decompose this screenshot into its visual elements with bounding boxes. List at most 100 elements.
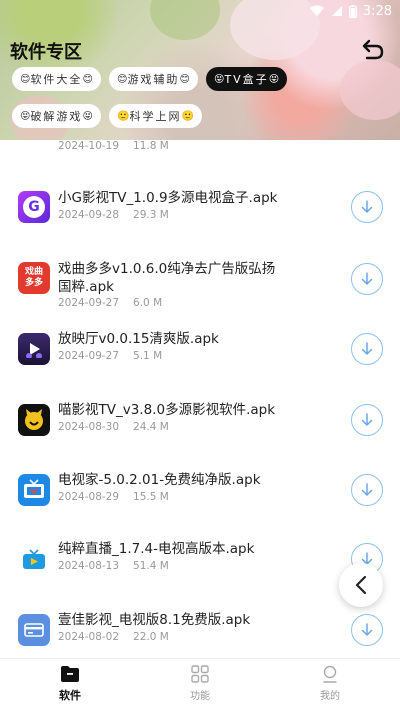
app-meta: 2024-08-30 24.4 M — [58, 421, 169, 433]
download-icon — [361, 200, 373, 213]
tab-functions[interactable]: 功能 — [160, 665, 240, 702]
app-meta: 2024-09-27 5.1 M — [58, 350, 162, 362]
tv-house-icon — [18, 474, 50, 506]
list-item[interactable]: 2024-10-19 11.8 M — [0, 140, 400, 160]
chip-label: 软件大全 — [30, 73, 83, 86]
page-title: 软件专区 — [10, 42, 82, 63]
download-icon — [361, 413, 373, 426]
list-item[interactable]: 壹佳影视_电视版8.1免费版.apk 2024-08-02 22.0 M — [0, 611, 400, 658]
app-date: 2024-08-29 — [58, 491, 120, 503]
list-item[interactable]: G 小G影视TV_1.0.9多源电视盒子.apk 2024-09-28 29.3 … — [0, 182, 400, 232]
chip-game-assist[interactable]: 😊 游戏辅助 😊 — [109, 67, 198, 91]
tab-label: 功能 — [190, 691, 210, 702]
chip-label: TV盒子 — [224, 73, 269, 86]
chevron-left-icon — [355, 575, 367, 595]
app-name: 戏曲多多v1.0.6.0纯净去广告版弘扬国粹.apk — [58, 261, 276, 295]
list-item[interactable]: 放映厅v0.0.15清爽版.apk 2024-09-27 5.1 M — [0, 330, 400, 380]
grin-icon: 😝 — [20, 110, 31, 122]
download-button[interactable] — [351, 333, 383, 365]
grin-icon: 😝 — [214, 73, 225, 85]
app-name: 喵影视TV_v3.8.0多源影视软件.apk — [58, 402, 276, 418]
app-name: 纯粹直播_1.7.4-电视高版本.apk — [58, 541, 255, 557]
battery-icon — [348, 4, 357, 18]
app-name: 小G影视TV_1.0.9多源电视盒子.apk — [58, 190, 278, 206]
app-meta: 2024-09-27 6.0 M — [58, 297, 162, 309]
tv-play-icon — [18, 543, 50, 575]
back-button[interactable] — [360, 36, 386, 62]
app-date: 2024-10-19 — [58, 140, 120, 152]
app-date: 2024-09-27 — [58, 297, 120, 309]
play-cinema-icon — [18, 333, 50, 365]
list-item[interactable]: 电视家-5.0.2.01-免费纯净版.apk 2024-08-29 15.5 M — [0, 471, 400, 521]
list-item[interactable]: 喵影视TV_v3.8.0多源影视软件.apk 2024-08-30 24.4 M — [0, 401, 400, 451]
app-size: 6.0 M — [133, 297, 163, 309]
download-icon — [361, 623, 373, 636]
app-size: 11.8 M — [133, 140, 169, 152]
tab-label: 我的 — [320, 691, 340, 702]
app-meta: 2024-10-19 11.8 M — [58, 140, 169, 152]
app-meta: 2024-08-29 15.5 M — [58, 491, 169, 503]
decor-blossom — [230, 0, 320, 60]
app-name: 壹佳影视_电视版8.1免费版.apk — [58, 612, 251, 628]
bottom-nav: 软件 功能 我的 — [0, 658, 400, 712]
undo-arrow-icon — [362, 39, 384, 60]
grin-icon: 😝 — [268, 73, 280, 85]
app-size: 22.0 M — [133, 631, 169, 643]
smile-icon: 🙂 — [117, 110, 130, 122]
app-date: 2024-09-27 — [58, 350, 120, 362]
folder-icon — [61, 666, 79, 682]
letter-g-icon: G — [18, 191, 50, 223]
download-button[interactable] — [351, 404, 383, 436]
grin-icon: 😝 — [82, 110, 93, 122]
card-icon — [18, 614, 50, 646]
tab-software[interactable]: 软件 — [30, 665, 110, 703]
app-size: 15.5 M — [133, 491, 169, 503]
app-name: 放映厅v0.0.15清爽版.apk — [58, 331, 219, 347]
app-size: 5.1 M — [133, 350, 163, 362]
app-size: 51.4 M — [133, 560, 169, 572]
chip-label: 科学上网 — [129, 110, 182, 123]
grid-icon — [191, 665, 209, 683]
smile-icon: 😊 — [20, 73, 31, 85]
app-meta: 2024-08-02 22.0 M — [58, 631, 169, 643]
decor-leaf — [150, 0, 220, 40]
app-size: 24.4 M — [133, 421, 169, 433]
download-icon — [361, 272, 373, 285]
status-time: 3:28 — [362, 3, 392, 19]
app-meta: 2024-09-28 29.3 M — [58, 209, 169, 221]
app-date: 2024-08-30 — [58, 421, 120, 433]
user-icon — [323, 665, 337, 683]
smile-icon: 😊 — [82, 73, 93, 85]
chip-label: 破解游戏 — [30, 110, 83, 123]
download-button[interactable] — [351, 191, 383, 223]
smile-icon: 😊 — [179, 73, 190, 85]
app-date: 2024-08-13 — [58, 560, 120, 572]
download-button[interactable] — [351, 474, 383, 506]
header: 3:28 软件专区 😊 软件大全 😊 😊 游戏辅助 😊 😝 TV盒子 😝 😝 破… — [0, 0, 400, 140]
chip-tv-box[interactable]: 😝 TV盒子 😝 — [206, 67, 288, 91]
tab-label: 软件 — [59, 689, 81, 702]
status-bar: 3:28 — [309, 0, 392, 22]
download-button[interactable] — [351, 263, 383, 295]
app-date: 2024-09-28 — [58, 209, 120, 221]
signal-icon — [331, 6, 342, 16]
app-date: 2024-08-02 — [58, 631, 120, 643]
app-size: 29.3 M — [133, 209, 169, 221]
list-item[interactable]: 戏曲 多多 戏曲多多v1.0.6.0纯净去广告版弘扬国粹.apk 2024-09-… — [0, 252, 400, 318]
chip-software-all[interactable]: 😊 软件大全 😊 — [12, 67, 101, 91]
chip-label: 游戏辅助 — [127, 73, 180, 86]
wifi-icon — [309, 5, 324, 16]
download-button[interactable] — [351, 614, 383, 646]
tab-mine[interactable]: 我的 — [290, 665, 370, 702]
app-name: 电视家-5.0.2.01-免费纯净版.apk — [58, 472, 261, 488]
download-icon — [361, 483, 373, 496]
download-icon — [361, 342, 373, 355]
chip-vpn[interactable]: 🙂 科学上网 🙂 — [109, 104, 202, 128]
chip-cracked-games[interactable]: 😝 破解游戏 😝 — [12, 104, 101, 128]
app-meta: 2024-08-13 51.4 M — [58, 560, 169, 572]
floating-back-button[interactable] — [339, 563, 383, 607]
cat-face-icon — [18, 404, 50, 436]
opera-text-icon: 戏曲 多多 — [18, 262, 50, 294]
smile-icon: 🙂 — [181, 110, 194, 122]
decor-blossom — [340, 60, 400, 120]
